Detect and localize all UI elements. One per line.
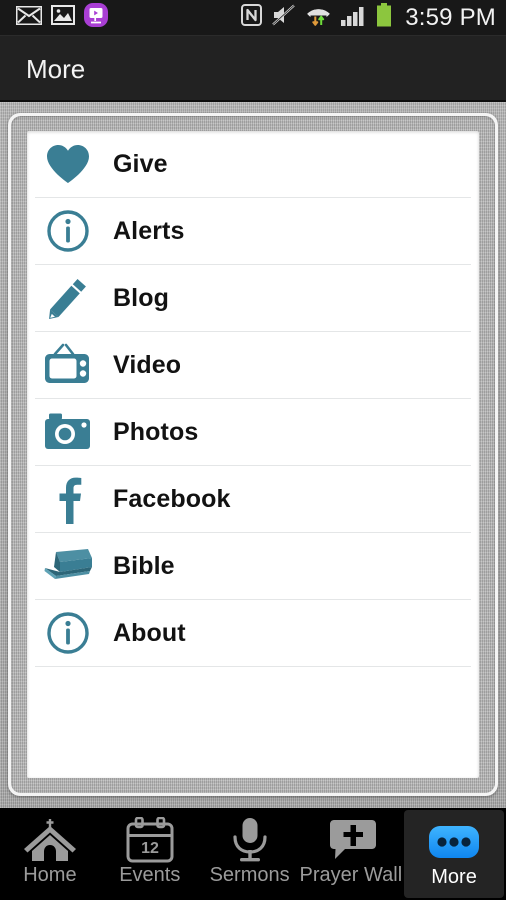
- menu-item-video[interactable]: Video: [35, 332, 471, 399]
- app-screen: 3:59 PM More Give Alerts Blog Video Phot…: [0, 0, 506, 900]
- menu-item-label: Alerts: [113, 216, 185, 245]
- church-icon: [19, 817, 81, 863]
- menu-item-photos[interactable]: Photos: [35, 399, 471, 466]
- menu-item-label: Photos: [113, 417, 199, 446]
- tab-label: Prayer Wall: [299, 864, 403, 886]
- tab-more[interactable]: More: [404, 810, 504, 898]
- menu-item-alerts[interactable]: Alerts: [35, 198, 471, 265]
- calendar-badge-number: 12: [141, 840, 159, 857]
- menu-item-blog[interactable]: Blog: [35, 265, 471, 332]
- action-bar: More: [0, 36, 506, 102]
- card-textured-frame: Give Alerts Blog Video Photos Facebook B…: [11, 116, 495, 793]
- battery-icon: [376, 3, 392, 32]
- pencil-icon: [35, 272, 101, 324]
- menu-item-facebook[interactable]: Facebook: [35, 466, 471, 533]
- menu-item-label: Video: [113, 350, 182, 379]
- status-bar-system-icons: 3:59 PM: [241, 3, 506, 32]
- calendar-icon: 12: [124, 817, 176, 863]
- volume-muted-icon: [272, 4, 296, 31]
- email-icon: [15, 5, 43, 30]
- heart-icon: [35, 138, 101, 190]
- tab-label: Home: [23, 864, 77, 886]
- menu-item-label: Give: [113, 149, 168, 178]
- tab-events[interactable]: 12 Events: [100, 808, 200, 900]
- microphone-icon: [228, 817, 272, 863]
- camera-icon: [35, 406, 101, 458]
- cellular-signal-icon: [341, 4, 366, 31]
- tab-label: Sermons: [209, 864, 290, 886]
- content-background: Give Alerts Blog Video Photos Facebook B…: [0, 102, 506, 808]
- page-title: More: [26, 53, 86, 84]
- menu-item-label: Blog: [113, 283, 169, 312]
- menu-item-about[interactable]: About: [35, 600, 471, 667]
- facebook-icon: [35, 473, 101, 525]
- status-bar-notifications: [0, 3, 108, 32]
- tab-label: Events: [119, 864, 181, 886]
- tab-sermons[interactable]: Sermons: [200, 808, 300, 900]
- tab-home[interactable]: Home: [0, 808, 100, 900]
- status-bar: 3:59 PM: [0, 0, 506, 36]
- prayer-cross-icon: [325, 817, 377, 863]
- tab-prayer-wall[interactable]: Prayer Wall: [299, 808, 403, 900]
- menu-card: Give Alerts Blog Video Photos Facebook B…: [27, 131, 479, 778]
- tab-label: More: [431, 866, 477, 888]
- list-bottom-spacer: [35, 667, 471, 681]
- more-dots-icon: [426, 819, 482, 865]
- bottom-tab-bar: Home 12 Events Sermons Prayer Wall More: [0, 808, 506, 900]
- info-circle-icon: [35, 205, 101, 257]
- video-app-icon: [84, 3, 108, 32]
- status-bar-clock: 3:59 PM: [405, 3, 496, 31]
- menu-item-label: Bible: [113, 551, 175, 580]
- nfc-icon: [241, 4, 263, 31]
- menu-list: Give Alerts Blog Video Photos Facebook B…: [27, 131, 479, 681]
- info-circle-icon: [35, 607, 101, 659]
- wifi-data-icon: [306, 4, 331, 31]
- television-icon: [35, 339, 101, 391]
- gallery-image-icon: [51, 5, 75, 30]
- menu-item-give[interactable]: Give: [35, 131, 471, 198]
- card-outer-edge: Give Alerts Blog Video Photos Facebook B…: [8, 113, 498, 796]
- menu-item-bible[interactable]: Bible: [35, 533, 471, 600]
- menu-item-label: About: [113, 618, 186, 647]
- book-icon: [35, 540, 101, 592]
- menu-item-label: Facebook: [113, 484, 231, 513]
